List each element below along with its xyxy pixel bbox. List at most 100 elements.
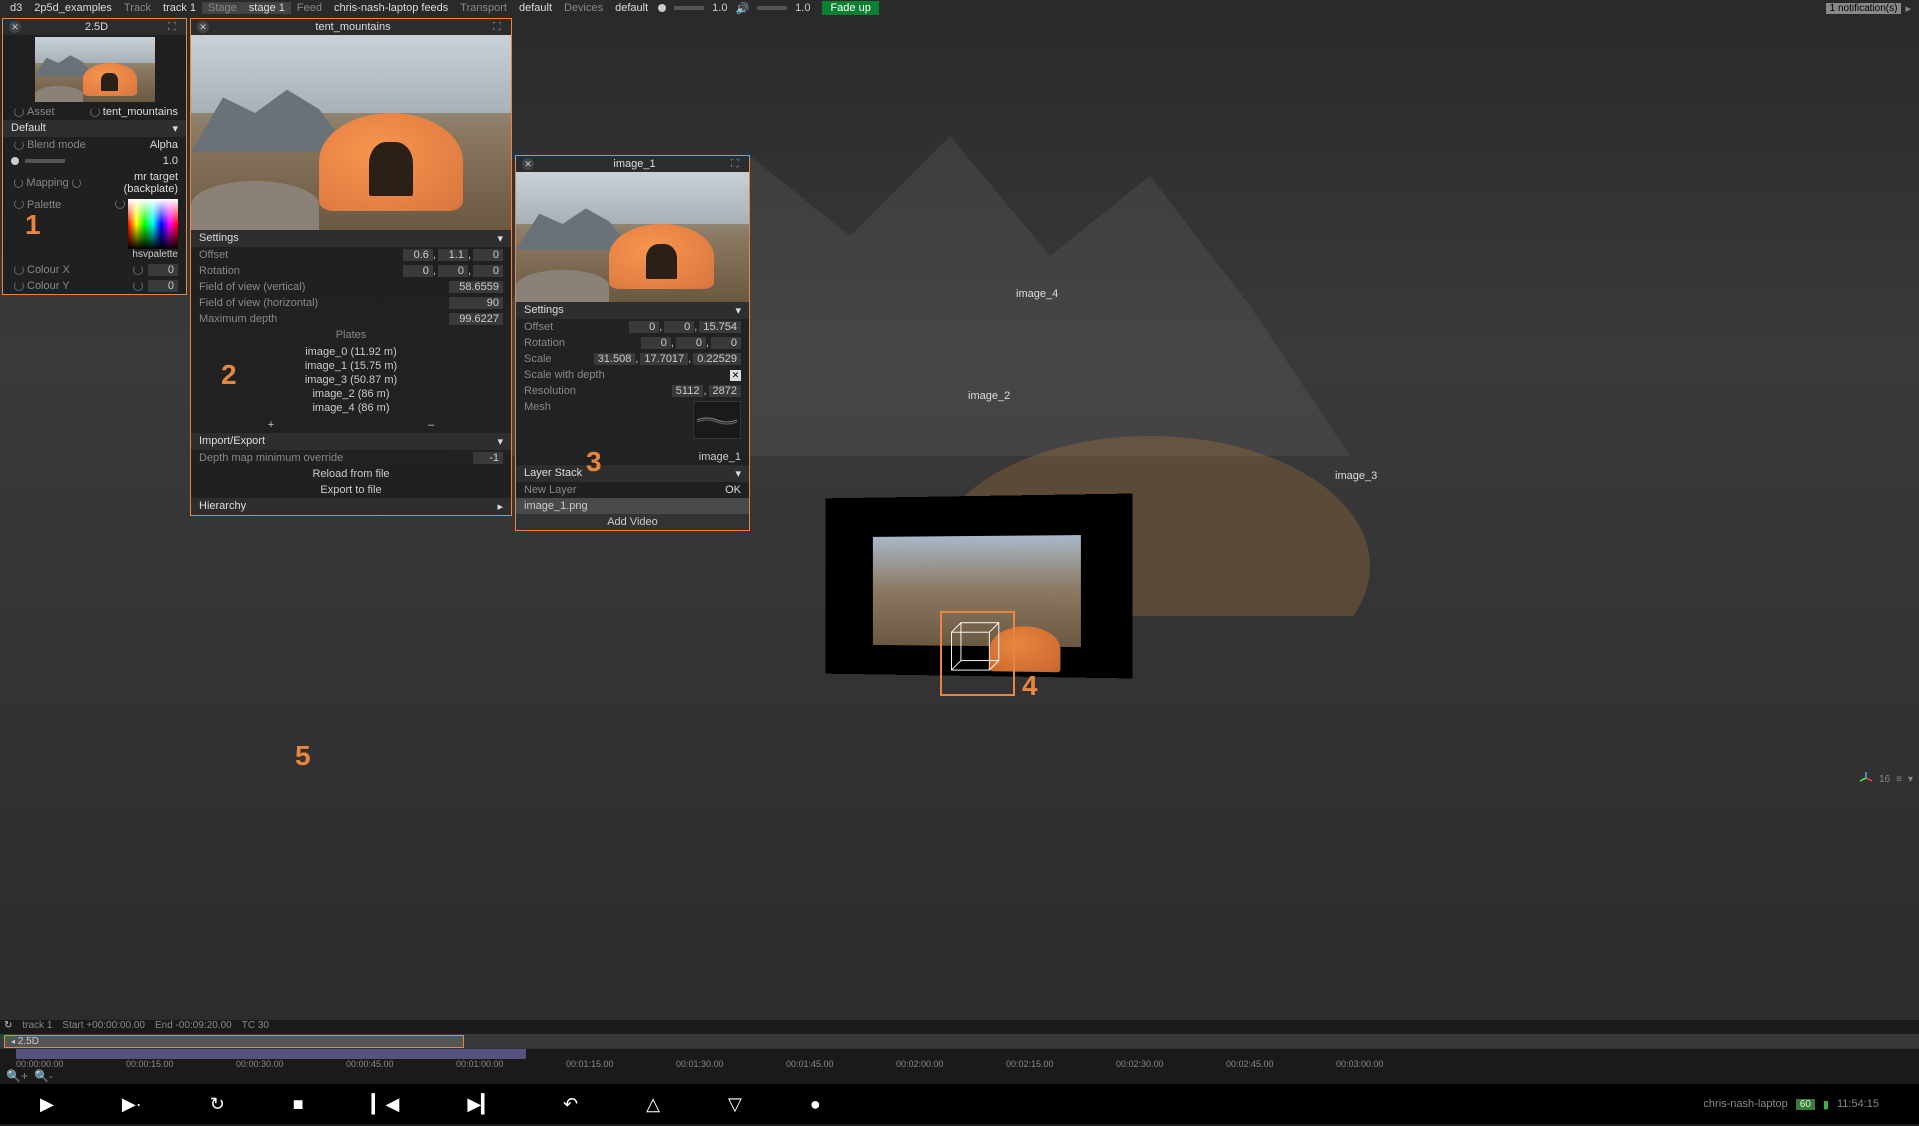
selection-wireframe[interactable] [940,611,1015,696]
devices-menu-value[interactable]: default [609,2,654,14]
depthmap-value[interactable]: -1 [473,452,503,464]
panel-header[interactable]: ✕ image_1 ⛶ [516,156,749,172]
loop-button[interactable]: ↻ [210,1094,225,1115]
volume-slider-1[interactable] [674,6,704,10]
reset-icon[interactable] [14,199,24,209]
stage-menu-value[interactable]: stage 1 [243,2,291,14]
offset-y[interactable]: 1.1 [438,249,468,261]
expand-icon[interactable]: ⛶ [168,21,180,33]
close-icon[interactable]: ✕ [9,21,21,33]
rot-x[interactable]: 0 [403,265,433,277]
fov-h-value[interactable]: 90 [449,297,503,309]
panel-header[interactable]: ✕ tent_mountains ⛶ [191,19,511,35]
scene-label-image2[interactable]: image_2 [968,390,1010,402]
plate-item[interactable]: image_4 (86 m) [191,401,511,415]
track-menu-label[interactable]: Track [118,2,157,14]
asset-preview[interactable] [516,172,749,302]
scale-x[interactable]: 31.508 [594,353,636,365]
volume-slider-2[interactable] [757,6,787,10]
plate-item[interactable]: image_2 (86 m) [191,387,511,401]
unlink-icon[interactable] [133,265,143,275]
layerstack-section[interactable]: Layer Stack ▾ [516,465,749,482]
refresh-icon[interactable]: ↻ [4,1020,12,1034]
record-button[interactable]: ● [810,1094,821,1115]
rot-z[interactable]: 0 [473,265,503,277]
plate-item[interactable]: image_3 (50.87 m) [191,373,511,387]
project-label[interactable]: 2p5d_examples [28,2,118,14]
notifications-arrow-icon[interactable]: ▸ [1901,2,1915,15]
offset-z[interactable]: 0 [473,249,503,261]
plate-item[interactable]: image_1 (15.75 m) [191,359,511,373]
reset-icon[interactable] [14,107,24,117]
asset-thumbnail[interactable] [35,37,155,102]
expand-icon[interactable]: ⛶ [493,21,505,33]
app-label[interactable]: d3 [4,2,28,14]
res-y[interactable]: 2872 [709,385,741,397]
zoom-in-icon[interactable]: 🔍+ [6,1069,28,1083]
prev-cue-button[interactable]: ▎◀ [372,1094,400,1115]
reload-button[interactable]: Reload from file [312,468,389,480]
fade-up-button[interactable]: Fade up [822,1,878,15]
transport-menu-value[interactable]: default [513,2,558,14]
reset-icon[interactable] [14,281,24,291]
asset-preview[interactable] [191,35,511,230]
export-button[interactable]: Export to file [320,484,381,496]
maxdepth-value[interactable]: 99.6227 [449,313,503,325]
viewport-menu-icon[interactable]: ≡ [1896,774,1902,785]
scale-y[interactable]: 17.7017 [640,353,688,365]
import-export-section[interactable]: Import/Export ▾ [191,433,511,450]
feed-menu-label[interactable]: Feed [291,2,328,14]
stage-menu-label[interactable]: Stage [202,2,243,14]
play-button[interactable]: ▶ [40,1094,54,1115]
add-video-button[interactable]: Add Video [607,516,658,528]
coloury-value[interactable]: 0 [148,280,178,292]
offset-x[interactable]: 0.6 [403,249,433,261]
next-cue-button[interactable]: ▶▎ [467,1094,495,1115]
default-section[interactable]: Default ▾ [3,120,186,137]
timeline-ruler[interactable]: 00:00:00.0000:00:15.0000:00:30.0000:00:4… [0,1048,1919,1068]
marker-up-button[interactable]: △ [646,1094,660,1115]
offset-y[interactable]: 0 [664,321,694,333]
undo-button[interactable]: ↶ [563,1094,578,1115]
rot-z[interactable]: 0 [711,337,741,349]
scene-label-image4[interactable]: image_4 [1016,288,1058,300]
devices-menu-label[interactable]: Devices [558,2,609,14]
blend-slider[interactable] [25,159,65,163]
palette-swatch[interactable] [128,199,178,249]
unlink-icon[interactable] [72,178,81,188]
feed-menu-value[interactable]: chris-nash-laptop feeds [328,2,454,14]
viewport-dropdown-icon[interactable]: ▾ [1908,774,1913,785]
hierarchy-section[interactable]: Hierarchy ▸ [191,498,511,515]
reset-icon[interactable] [14,178,23,188]
rot-x[interactable]: 0 [641,337,671,349]
ok-button[interactable]: OK [725,484,741,496]
notifications-button[interactable]: 1 notification(s) [1826,3,1902,14]
unlink-icon[interactable] [115,199,125,209]
scale-z[interactable]: 0.22529 [693,353,741,365]
settings-section[interactable]: Settings ▾ [516,302,749,319]
timeline-region[interactable] [16,1049,526,1059]
fov-v-value[interactable]: 58.6559 [449,281,503,293]
panel-2p5d-header[interactable]: ✕ 2.5D ⛶ [3,19,186,35]
colourx-value[interactable]: 0 [148,264,178,276]
offset-x[interactable]: 0 [629,321,659,333]
zoom-out-icon[interactable]: 🔍- [34,1069,53,1083]
speaker-icon[interactable]: 🔊 [731,2,753,15]
unlink-icon[interactable] [90,107,100,117]
axis-icon[interactable] [1859,771,1873,788]
close-icon[interactable]: ✕ [522,158,534,170]
play-section-button[interactable]: ▶· [122,1094,142,1115]
close-icon[interactable]: ✕ [197,21,209,33]
res-x[interactable]: 5112 [672,385,704,397]
track-menu-value[interactable]: track 1 [157,2,202,14]
blend-mode-value[interactable]: Alpha [150,139,178,151]
layer-chip-2p5d[interactable]: ◂ 2.5D [4,1035,464,1048]
mapping-value[interactable]: mr target (backplate) [84,171,178,195]
blend-amount[interactable]: 1.0 [163,155,178,167]
marker-down-button[interactable]: ▽ [728,1094,742,1115]
keyframe-dot-icon[interactable] [11,157,19,165]
asset-value[interactable]: tent_mountains [103,106,178,118]
scaledepth-checkbox[interactable] [730,370,741,381]
stop-button[interactable]: ■ [293,1094,304,1115]
transport-menu-label[interactable]: Transport [454,2,513,14]
